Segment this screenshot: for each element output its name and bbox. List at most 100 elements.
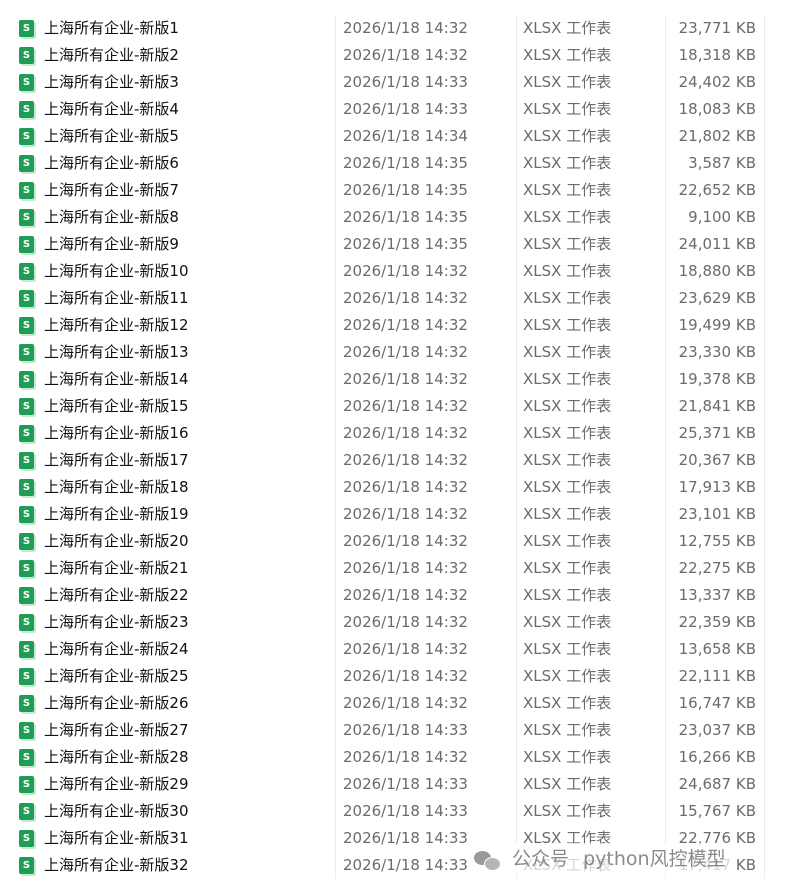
file-type: XLSX 工作表	[523, 586, 612, 604]
file-icon-cell	[19, 555, 37, 582]
file-name: 上海所有企业-新版2	[44, 46, 179, 64]
file-row[interactable]: 上海所有企业-新版30 2026/1/18 14:33 XLSX 工作表 15,767…	[0, 798, 789, 825]
file-type: XLSX 工作表	[523, 235, 612, 253]
file-size: 22,111 KB	[678, 667, 756, 685]
file-modified-date: 2026/1/18 14:32	[343, 316, 468, 334]
file-modified-date: 2026/1/18 14:32	[343, 505, 468, 523]
xlsx-file-icon	[19, 74, 34, 91]
file-modified-date: 2026/1/18 14:32	[343, 559, 468, 577]
file-icon-cell	[19, 474, 37, 501]
file-name: 上海所有企业-新版23	[44, 613, 189, 631]
file-size: 23,037 KB	[678, 721, 756, 739]
watermark-label: 公众号	[512, 848, 570, 870]
file-row[interactable]: 上海所有企业-新版5 2026/1/18 14:34 XLSX 工作表 21,802 …	[0, 123, 789, 150]
file-row[interactable]: 上海所有企业-新版18 2026/1/18 14:32 XLSX 工作表 17,913…	[0, 474, 789, 501]
file-row[interactable]: 上海所有企业-新版21 2026/1/18 14:32 XLSX 工作表 22,275…	[0, 555, 789, 582]
file-name: 上海所有企业-新版29	[44, 775, 189, 793]
file-icon-cell	[19, 96, 37, 123]
file-size: 24,011 KB	[678, 235, 756, 253]
file-name: 上海所有企业-新版19	[44, 505, 189, 523]
file-row[interactable]: 上海所有企业-新版17 2026/1/18 14:32 XLSX 工作表 20,367…	[0, 447, 789, 474]
file-type: XLSX 工作表	[523, 802, 612, 820]
xlsx-file-icon	[19, 641, 34, 658]
file-row[interactable]: 上海所有企业-新版3 2026/1/18 14:33 XLSX 工作表 24,402 …	[0, 69, 789, 96]
xlsx-file-icon	[19, 344, 34, 361]
file-size: 22,359 KB	[678, 613, 756, 631]
file-modified-date: 2026/1/18 14:32	[343, 46, 468, 64]
file-row[interactable]: 上海所有企业-新版7 2026/1/18 14:35 XLSX 工作表 22,652 …	[0, 177, 789, 204]
file-row[interactable]: 上海所有企业-新版9 2026/1/18 14:35 XLSX 工作表 24,011 …	[0, 231, 789, 258]
file-icon-cell	[19, 231, 37, 258]
file-row[interactable]: 上海所有企业-新版23 2026/1/18 14:32 XLSX 工作表 22,359…	[0, 609, 789, 636]
file-row[interactable]: 上海所有企业-新版20 2026/1/18 14:32 XLSX 工作表 12,755…	[0, 528, 789, 555]
file-size: 21,802 KB	[678, 127, 756, 145]
file-row[interactable]: 上海所有企业-新版13 2026/1/18 14:32 XLSX 工作表 23,330…	[0, 339, 789, 366]
file-name: 上海所有企业-新版22	[44, 586, 189, 604]
file-type: XLSX 工作表	[523, 73, 612, 91]
file-icon-cell	[19, 150, 37, 177]
file-row[interactable]: 上海所有企业-新版27 2026/1/18 14:33 XLSX 工作表 23,037…	[0, 717, 789, 744]
file-icon-cell	[19, 501, 37, 528]
xlsx-file-icon	[19, 398, 34, 415]
file-row[interactable]: 上海所有企业-新版22 2026/1/18 14:32 XLSX 工作表 13,337…	[0, 582, 789, 609]
file-icon-cell	[19, 69, 37, 96]
file-type: XLSX 工作表	[523, 451, 612, 469]
file-row[interactable]: 上海所有企业-新版2 2026/1/18 14:32 XLSX 工作表 18,318 …	[0, 42, 789, 69]
file-name: 上海所有企业-新版8	[44, 208, 179, 226]
file-type: XLSX 工作表	[523, 262, 612, 280]
file-name: 上海所有企业-新版14	[44, 370, 189, 388]
xlsx-file-icon	[19, 20, 34, 37]
file-size: 23,629 KB	[678, 289, 756, 307]
file-row[interactable]: 上海所有企业-新版24 2026/1/18 14:32 XLSX 工作表 13,658…	[0, 636, 789, 663]
file-type: XLSX 工作表	[523, 100, 612, 118]
file-size: 22,652 KB	[678, 181, 756, 199]
watermark-account: python风控模型	[583, 848, 726, 870]
xlsx-file-icon	[19, 47, 34, 64]
file-name: 上海所有企业-新版30	[44, 802, 189, 820]
file-size: 16,747 KB	[678, 694, 756, 712]
file-row[interactable]: 上海所有企业-新版16 2026/1/18 14:32 XLSX 工作表 25,371…	[0, 420, 789, 447]
file-icon-cell	[19, 393, 37, 420]
file-row[interactable]: 上海所有企业-新版19 2026/1/18 14:32 XLSX 工作表 23,101…	[0, 501, 789, 528]
xlsx-file-icon	[19, 236, 34, 253]
file-name: 上海所有企业-新版24	[44, 640, 189, 658]
file-row[interactable]: 上海所有企业-新版10 2026/1/18 14:32 XLSX 工作表 18,880…	[0, 258, 789, 285]
file-row[interactable]: 上海所有企业-新版11 2026/1/18 14:32 XLSX 工作表 23,629…	[0, 285, 789, 312]
file-modified-date: 2026/1/18 14:34	[343, 127, 468, 145]
file-type: XLSX 工作表	[523, 316, 612, 334]
file-name: 上海所有企业-新版25	[44, 667, 189, 685]
file-size: 20,367 KB	[678, 451, 756, 469]
xlsx-file-icon	[19, 317, 34, 334]
file-size: 19,378 KB	[678, 370, 756, 388]
file-row[interactable]: 上海所有企业-新版26 2026/1/18 14:32 XLSX 工作表 16,747…	[0, 690, 789, 717]
file-modified-date: 2026/1/18 14:32	[343, 424, 468, 442]
file-modified-date: 2026/1/18 14:32	[343, 262, 468, 280]
xlsx-file-icon	[19, 155, 34, 172]
xlsx-file-icon	[19, 776, 34, 793]
file-type: XLSX 工作表	[523, 127, 612, 145]
file-row[interactable]: 上海所有企业-新版8 2026/1/18 14:35 XLSX 工作表 9,100 K…	[0, 204, 789, 231]
file-row[interactable]: 上海所有企业-新版14 2026/1/18 14:32 XLSX 工作表 19,378…	[0, 366, 789, 393]
file-size: 13,337 KB	[678, 586, 756, 604]
file-row[interactable]: 上海所有企业-新版1 2026/1/18 14:32 XLSX 工作表 23,771 …	[0, 15, 789, 42]
file-row[interactable]: 上海所有企业-新版29 2026/1/18 14:33 XLSX 工作表 24,687…	[0, 771, 789, 798]
file-row[interactable]: 上海所有企业-新版4 2026/1/18 14:33 XLSX 工作表 18,083 …	[0, 96, 789, 123]
file-size: 23,771 KB	[678, 19, 756, 37]
file-row[interactable]: 上海所有企业-新版15 2026/1/18 14:32 XLSX 工作表 21,841…	[0, 393, 789, 420]
file-row[interactable]: 上海所有企业-新版12 2026/1/18 14:32 XLSX 工作表 19,499…	[0, 312, 789, 339]
file-icon-cell	[19, 717, 37, 744]
file-modified-date: 2026/1/18 14:32	[343, 289, 468, 307]
file-type: XLSX 工作表	[523, 505, 612, 523]
file-row[interactable]: 上海所有企业-新版28 2026/1/18 14:32 XLSX 工作表 16,266…	[0, 744, 789, 771]
file-modified-date: 2026/1/18 14:32	[343, 451, 468, 469]
file-row[interactable]: 上海所有企业-新版25 2026/1/18 14:32 XLSX 工作表 22,111…	[0, 663, 789, 690]
file-name: 上海所有企业-新版6	[44, 154, 179, 172]
file-type: XLSX 工作表	[523, 532, 612, 550]
xlsx-file-icon	[19, 803, 34, 820]
file-row[interactable]: 上海所有企业-新版6 2026/1/18 14:35 XLSX 工作表 3,587 K…	[0, 150, 789, 177]
file-size: 16,266 KB	[678, 748, 756, 766]
file-name: 上海所有企业-新版17	[44, 451, 189, 469]
xlsx-file-icon	[19, 857, 34, 874]
file-modified-date: 2026/1/18 14:33	[343, 775, 468, 793]
file-icon-cell	[19, 798, 37, 825]
